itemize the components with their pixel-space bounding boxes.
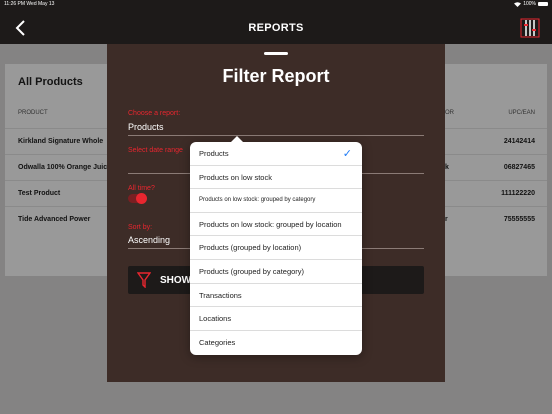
sort-by-label: Sort by:: [128, 224, 153, 231]
dropdown-item-low-stock[interactable]: Products on low stock: [190, 166, 362, 190]
dropdown-item-products-by-location[interactable]: Products (grouped by location): [190, 236, 362, 260]
report-field-underline: [128, 135, 424, 136]
wifi-icon: [514, 1, 522, 7]
report-field-value[interactable]: Products: [128, 122, 164, 132]
dropdown-item-transactions[interactable]: Transactions: [190, 284, 362, 308]
battery-icon: [538, 2, 548, 6]
status-time: 11:26 PM Wed May 13: [4, 1, 55, 7]
show-button-label: SHOW: [160, 275, 192, 286]
status-bar: 11:26 PM Wed May 13 100%: [0, 0, 552, 9]
dropdown-item-label: Products on low stock: [199, 172, 272, 182]
dropdown-item-categories[interactable]: Categories: [190, 331, 362, 355]
dropdown-item-low-stock-by-category[interactable]: Products on low stock: grouped by catego…: [190, 189, 362, 213]
modal-title: Filter Report: [222, 66, 330, 86]
report-field-label: Choose a report:: [128, 110, 181, 117]
dropdown-item-label: Locations: [199, 314, 232, 324]
date-range-label[interactable]: Select date range: [128, 147, 183, 154]
funnel-icon: [137, 272, 151, 288]
dropdown-item-products-by-category[interactable]: Products (grouped by category): [190, 260, 362, 284]
status-right: 100%: [514, 1, 548, 7]
battery-percent: 100%: [523, 1, 536, 7]
all-time-toggle[interactable]: [128, 193, 147, 204]
dropdown-item-label: Products (grouped by location): [199, 243, 302, 253]
page-title: REPORTS: [248, 22, 304, 34]
checkmark-icon: ✓: [342, 148, 352, 160]
dropdown-item-products[interactable]: Products ✓: [190, 142, 362, 166]
dropdown-item-low-stock-by-location[interactable]: Products on low stock: grouped by locati…: [190, 213, 362, 237]
dropdown-item-label: Products: [199, 149, 229, 158]
app-logo-icon[interactable]: [520, 18, 540, 38]
dropdown-item-locations[interactable]: Locations: [190, 307, 362, 331]
toggle-knob: [136, 193, 147, 204]
dropdown-item-label: Transactions: [199, 290, 242, 300]
dropdown-item-label: Products on low stock: grouped by catego…: [199, 197, 316, 204]
dropdown-item-label: Categories: [199, 337, 236, 347]
modal-grabber[interactable]: [264, 52, 288, 55]
dropdown-item-label: Products on low stock: grouped by locati…: [199, 219, 342, 229]
nav-bar: REPORTS: [0, 9, 552, 44]
all-time-label: All time?: [128, 185, 155, 192]
report-type-dropdown: Products ✓ Products on low stock Product…: [190, 136, 362, 355]
dropdown-item-label: Products (grouped by category): [199, 267, 305, 276]
sort-by-value[interactable]: Ascending: [128, 235, 170, 245]
